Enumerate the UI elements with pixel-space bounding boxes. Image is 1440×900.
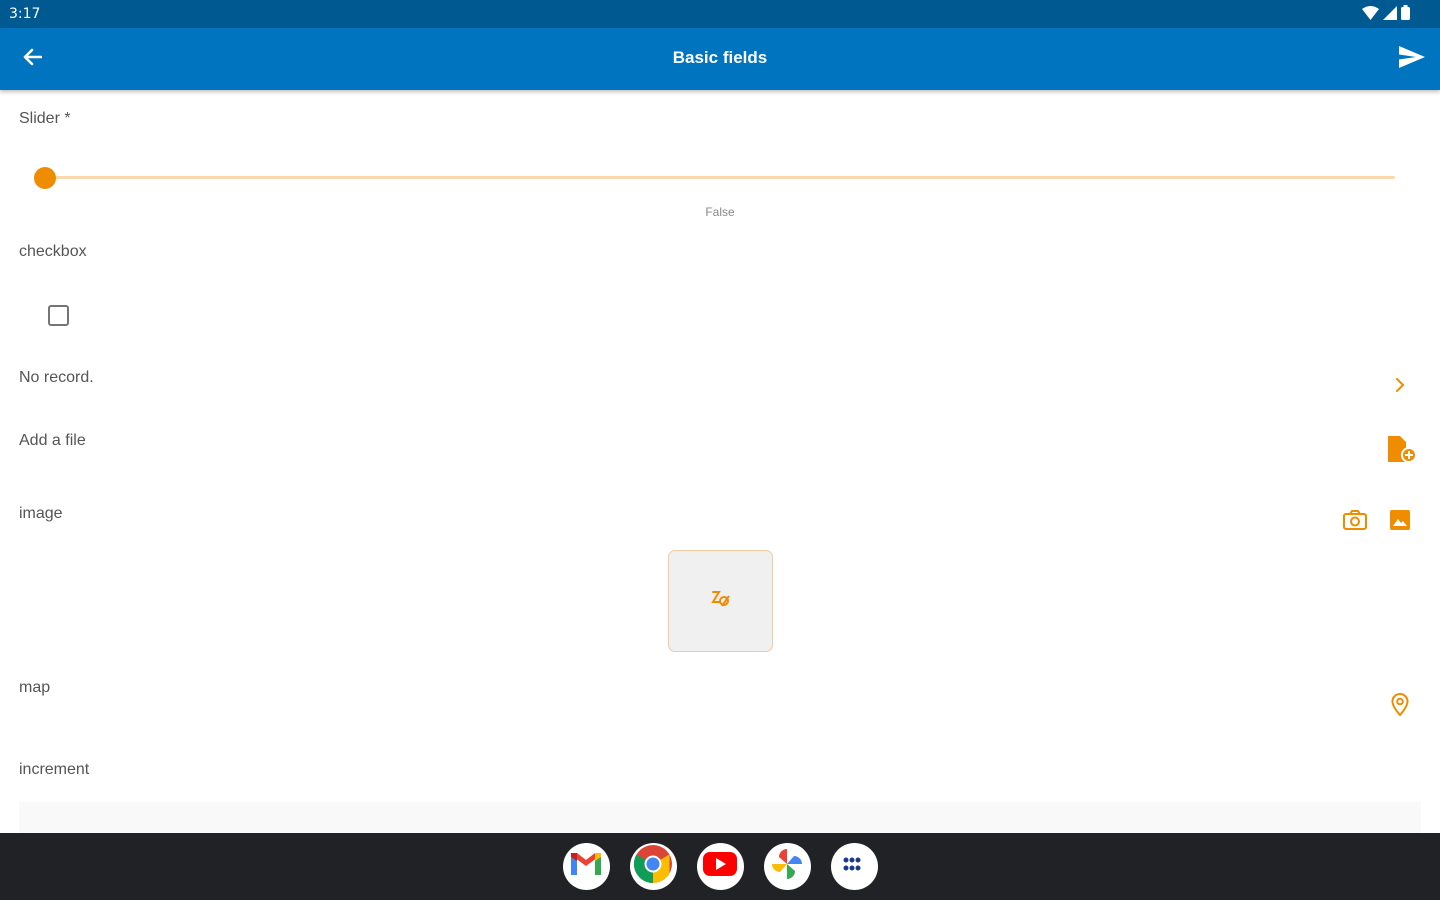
checkbox-label: checkbox bbox=[19, 243, 87, 260]
increment-field[interactable] bbox=[19, 802, 1421, 833]
app-bar: Basic fields bbox=[0, 28, 1440, 90]
checkbox[interactable] bbox=[48, 305, 69, 326]
signal-icon bbox=[1383, 5, 1397, 23]
chrome-icon bbox=[633, 844, 673, 889]
location-pin-icon bbox=[1391, 692, 1409, 722]
status-icons bbox=[1362, 5, 1410, 23]
wifi-icon bbox=[1362, 5, 1379, 23]
file-add-icon bbox=[1384, 434, 1418, 469]
status-time: 3:17 bbox=[9, 6, 41, 22]
status-bar: 3:17 bbox=[0, 0, 1440, 28]
map-label: map bbox=[19, 679, 51, 696]
file-label: Add a file bbox=[19, 432, 86, 449]
app-drawer-icon bbox=[843, 857, 865, 876]
send-button[interactable] bbox=[1396, 44, 1428, 74]
record-button[interactable] bbox=[1388, 375, 1412, 399]
app-drawer[interactable] bbox=[830, 843, 878, 890]
slider-value: False bbox=[705, 205, 735, 219]
record-label: No record. bbox=[19, 369, 94, 386]
image-label: image bbox=[19, 505, 63, 522]
gallery-button[interactable] bbox=[1386, 508, 1414, 536]
slider-thumb[interactable] bbox=[34, 167, 56, 189]
form-content: Slider * False checkbox No record. Add a… bbox=[0, 90, 1440, 833]
youtube-app[interactable] bbox=[696, 843, 744, 890]
gmail-app[interactable] bbox=[562, 843, 610, 890]
chevron-right-icon bbox=[1395, 377, 1405, 397]
add-file-button[interactable] bbox=[1382, 433, 1420, 469]
increment-label: increment bbox=[19, 761, 90, 778]
map-button[interactable] bbox=[1386, 692, 1414, 722]
battery-icon bbox=[1401, 5, 1410, 23]
chrome-app[interactable] bbox=[629, 843, 677, 890]
youtube-icon bbox=[703, 852, 737, 881]
photos-icon bbox=[770, 847, 804, 886]
photos-app[interactable] bbox=[763, 843, 811, 890]
page-title: Basic fields bbox=[672, 48, 768, 67]
camera-icon bbox=[1342, 509, 1368, 536]
dock bbox=[0, 843, 1440, 890]
gmail-icon bbox=[569, 851, 603, 882]
image-preview[interactable] bbox=[668, 550, 773, 652]
image-placeholder-icon bbox=[710, 589, 732, 614]
slider-track[interactable] bbox=[45, 176, 1395, 179]
camera-button[interactable] bbox=[1340, 508, 1370, 536]
image-icon bbox=[1389, 509, 1411, 536]
slider-label: Slider * bbox=[19, 110, 71, 127]
send-icon bbox=[1399, 45, 1425, 73]
nav-bar bbox=[0, 833, 1440, 900]
